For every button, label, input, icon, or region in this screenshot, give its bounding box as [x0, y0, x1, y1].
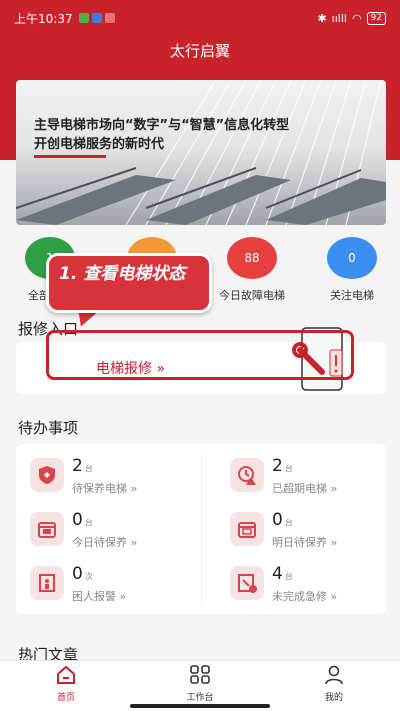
- todo-today-maintenance[interactable]: 0台 今日待保养 »: [16, 506, 186, 552]
- todo-count: 2: [72, 456, 83, 476]
- tab-home[interactable]: 首页: [36, 665, 96, 703]
- stat-circle: 0: [327, 237, 377, 279]
- tab-workbench[interactable]: 工作台: [170, 665, 230, 703]
- notification-icon: [91, 13, 102, 23]
- todo-unit: 台: [284, 518, 293, 527]
- todo-unit: 台: [84, 464, 93, 473]
- battery-icon: 92: [366, 11, 386, 25]
- status-time: 上午10:37: [14, 11, 73, 26]
- todo-urgent-repair[interactable]: 4台 未完成急修 »: [216, 560, 386, 606]
- todo-label: 明日待保养 »: [272, 536, 338, 549]
- todo-unit: 台: [84, 518, 93, 527]
- tab-label: 工作台: [186, 693, 214, 703]
- overdue-clock-icon: [230, 458, 264, 492]
- todo-section-title: 待办事项: [18, 419, 79, 437]
- todo-count: 0: [72, 564, 83, 584]
- tab-label: 首页: [56, 693, 75, 703]
- calendar-today-icon: [30, 512, 64, 546]
- page-title: 太行启翼: [169, 42, 230, 60]
- banner-accent-bar: [34, 155, 106, 158]
- todo-label: 困人报警 »: [72, 590, 127, 603]
- banner-subheadline: 开创电梯服务的新时代: [34, 137, 165, 152]
- todo-unit: 次: [84, 572, 93, 581]
- notification-icon: [104, 13, 115, 23]
- signal-icon: ıılll: [331, 11, 347, 25]
- todo-pending-maintenance[interactable]: 2台 待保养电梯 »: [16, 452, 186, 498]
- todo-count: 2: [272, 456, 283, 476]
- urgent-repair-icon: [230, 566, 264, 600]
- todo-count: 4: [272, 564, 283, 584]
- todo-label: 今日待保养 »: [72, 536, 138, 549]
- banner-headline: 主导电梯市场向“数字”与“智慧”信息化转型: [34, 118, 290, 133]
- repair-highlight-box: [46, 330, 354, 380]
- stat-circle: 88: [227, 237, 277, 279]
- stat-label: 今日故障电梯: [219, 289, 285, 302]
- stat-faulty-today[interactable]: 88 今日故障电梯: [212, 237, 292, 303]
- bluetooth-icon: ✱: [317, 11, 327, 25]
- wrench-shield-icon: [30, 458, 64, 492]
- stat-followed[interactable]: 0 关注电梯: [312, 237, 392, 303]
- todo-label: 待保养电梯 »: [72, 482, 138, 495]
- todo-tomorrow-maintenance[interactable]: 0台 明日待保养 »: [216, 506, 386, 552]
- todo-card: 2台 待保养电梯 » 2台 已超期电梯 » 0台 今日待保养 » 0台 明日待保…: [16, 444, 386, 614]
- wifi-icon: ◠: [351, 11, 362, 25]
- grid-icon: [190, 665, 210, 684]
- todo-label: 已超期电梯 »: [272, 482, 338, 495]
- user-icon: [325, 665, 343, 685]
- todo-count: 0: [72, 510, 83, 530]
- todo-unit: 台: [284, 572, 293, 581]
- escalator-illustration: [16, 80, 386, 225]
- home-indicator[interactable]: [130, 704, 270, 708]
- todo-overdue[interactable]: 2台 已超期电梯 »: [216, 452, 386, 498]
- banner[interactable]: 主导电梯市场向“数字”与“智慧”信息化转型 开创电梯服务的新时代: [16, 80, 386, 225]
- trapped-alarm-icon: [30, 566, 64, 600]
- calendar-tomorrow-icon: [230, 512, 264, 546]
- todo-count: 0: [272, 510, 283, 530]
- status-bar: 上午10:37 ✱ ıılll ◠ 92: [0, 0, 400, 36]
- tutorial-callout: 1. 查看电梯状态: [46, 253, 212, 313]
- tab-label: 我的: [324, 693, 343, 703]
- tab-profile[interactable]: 我的: [304, 665, 364, 703]
- todo-divider: [201, 454, 202, 604]
- todo-unit: 台: [284, 464, 293, 473]
- stat-label: 关注电梯: [330, 289, 374, 302]
- todo-trapped-alarm[interactable]: 0次 困人报警 »: [16, 560, 186, 606]
- home-icon: [57, 665, 75, 684]
- todo-label: 未完成急修 »: [272, 590, 338, 603]
- notification-icon: [78, 13, 89, 23]
